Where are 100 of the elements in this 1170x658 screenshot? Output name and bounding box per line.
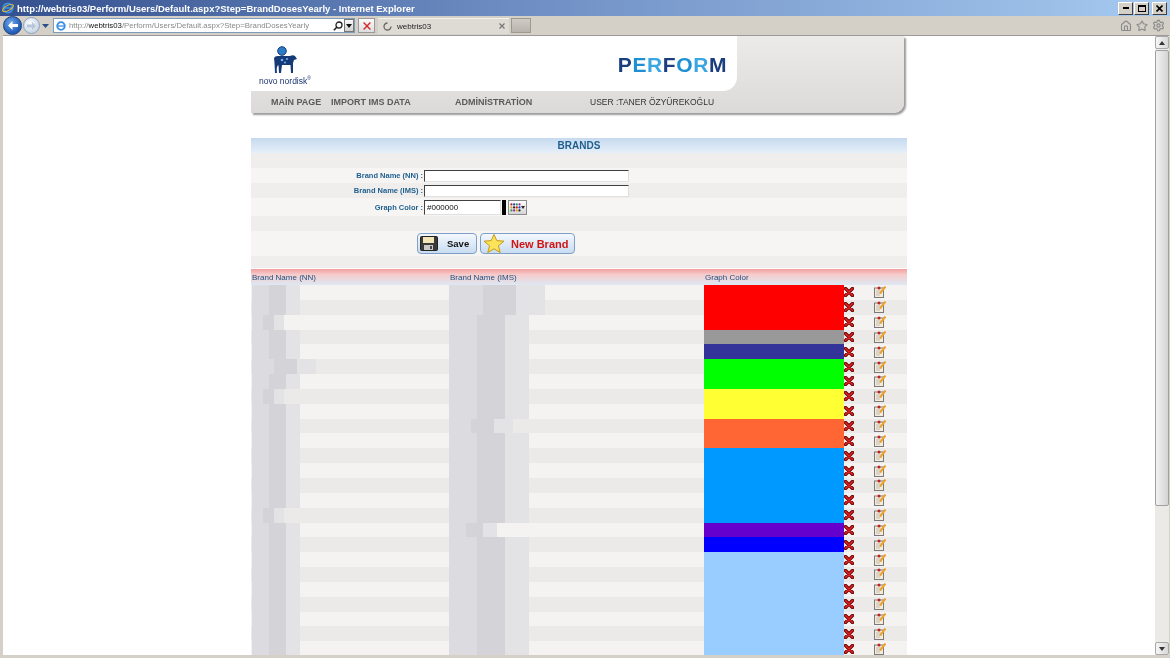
cross-icon[interactable]	[844, 287, 854, 298]
close-icon[interactable]	[499, 23, 505, 29]
user-label: USER :TANER ÖZYÜREKOĞLU	[590, 97, 715, 107]
blurred-text-block	[252, 641, 300, 655]
window-title: http://webtris03/Perform/Users/Default.aspx?Step=BrandDosesYearly - Internet Explorer	[17, 2, 416, 14]
notepad-pencil-icon[interactable]	[874, 523, 886, 536]
cross-icon[interactable]	[844, 510, 854, 521]
cross-icon[interactable]	[844, 450, 854, 461]
cross-icon[interactable]	[844, 628, 854, 639]
notepad-pencil-icon[interactable]	[874, 420, 886, 432]
notepad-pencil-icon[interactable]	[874, 449, 886, 462]
page-icon	[56, 20, 66, 31]
cross-icon[interactable]	[844, 391, 854, 402]
close-button[interactable]	[1152, 1, 1167, 15]
stop-button[interactable]	[358, 18, 375, 33]
cross-icon[interactable]	[844, 406, 854, 417]
spinner-icon	[383, 21, 392, 31]
cross-icon[interactable]	[844, 480, 854, 491]
blurred-text-block	[252, 285, 300, 300]
minimize-button[interactable]	[1118, 1, 1133, 15]
notepad-pencil-icon[interactable]	[874, 316, 886, 329]
column-header: Graph Color	[704, 272, 750, 282]
notepad-pencil-icon[interactable]	[874, 627, 886, 640]
caret-icon	[42, 23, 49, 28]
cross-icon[interactable]	[844, 643, 854, 654]
search-button[interactable]	[333, 20, 343, 31]
color-picker-button[interactable]	[508, 199, 527, 215]
nav-link[interactable]: IMPORT IMS DATA	[331, 97, 411, 107]
caret-icon	[521, 205, 525, 209]
scrollbar-thumb[interactable]	[1155, 50, 1169, 506]
address-dropdown-button[interactable]	[344, 19, 354, 32]
notepad-pencil-icon[interactable]	[874, 568, 886, 581]
cross-icon[interactable]	[844, 465, 854, 476]
cross-icon[interactable]	[844, 584, 854, 595]
notepad-pencil-icon[interactable]	[874, 538, 886, 551]
maximize-button[interactable]	[1134, 1, 1149, 15]
cross-icon	[362, 21, 371, 30]
cross-icon[interactable]	[844, 302, 854, 313]
scroll-up-button[interactable]	[1155, 36, 1169, 49]
cross-icon[interactable]	[844, 376, 854, 387]
notepad-pencil-icon[interactable]	[874, 405, 886, 418]
cross-icon[interactable]	[844, 539, 854, 550]
notepad-pencil-icon[interactable]	[874, 642, 886, 655]
cross-icon[interactable]	[844, 495, 854, 506]
new-brand-button[interactable]: New Brand	[480, 233, 575, 254]
notepad-pencil-icon[interactable]	[874, 286, 886, 299]
scroll-down-button[interactable]	[1155, 642, 1169, 655]
close-icon	[1156, 4, 1163, 12]
notepad-pencil-icon[interactable]	[874, 553, 886, 566]
notepad-pencil-icon[interactable]	[874, 375, 886, 388]
notepad-pencil-icon[interactable]	[874, 509, 886, 522]
notepad-pencil-icon[interactable]	[874, 301, 886, 314]
notepad-pencil-icon[interactable]	[874, 583, 886, 596]
browser-logo-icon	[2, 2, 14, 14]
right-arrow-icon	[27, 21, 36, 30]
notepad-pencil-icon[interactable]	[874, 330, 886, 343]
logo-text: novo nordisk$^{®}$	[259, 73, 311, 86]
column-header: Brand Name (IMS)	[449, 272, 518, 282]
text-input[interactable]	[424, 184, 629, 197]
section-header: BRANDS	[251, 138, 907, 153]
cross-icon[interactable]	[844, 554, 854, 565]
cross-icon[interactable]	[844, 317, 854, 328]
cross-icon[interactable]	[844, 346, 854, 357]
cross-icon[interactable]	[844, 569, 854, 580]
star-icon	[483, 234, 505, 253]
cross-icon[interactable]	[844, 435, 854, 446]
cross-icon[interactable]	[844, 421, 854, 431]
text-input[interactable]	[424, 169, 629, 182]
back-button[interactable]	[3, 16, 22, 35]
notepad-pencil-icon[interactable]	[874, 598, 886, 611]
cross-icon[interactable]	[844, 331, 854, 342]
caret-icon	[346, 23, 352, 28]
search-icon	[333, 20, 343, 31]
notepad-pencil-icon[interactable]	[874, 434, 886, 447]
notepad-pencil-icon[interactable]	[874, 494, 886, 507]
notepad-pencil-icon[interactable]	[874, 464, 886, 477]
notepad-pencil-icon[interactable]	[874, 390, 886, 403]
nav-link[interactable]: MAİN PAGE	[271, 97, 322, 107]
notepad-pencil-icon[interactable]	[874, 613, 886, 625]
left-arrow-icon	[7, 21, 18, 30]
notepad-pencil-icon[interactable]	[874, 360, 886, 373]
notepad-pencil-icon[interactable]	[874, 479, 886, 492]
star-icon[interactable]	[1136, 19, 1148, 32]
minimize-icon	[1122, 7, 1129, 9]
nav-link[interactable]: ADMİNİSTRATİON	[455, 97, 533, 107]
recent-pages-button[interactable]	[42, 21, 49, 30]
color-input[interactable]: #000000	[424, 199, 501, 215]
cross-icon[interactable]	[844, 361, 854, 372]
blurred-text-block	[252, 359, 316, 375]
cross-icon[interactable]	[844, 524, 854, 535]
column-header: Brand Name (NN)	[251, 272, 317, 282]
cross-icon[interactable]	[844, 614, 854, 624]
cross-icon[interactable]	[844, 599, 854, 610]
notepad-pencil-icon[interactable]	[874, 345, 886, 358]
browser-tab[interactable]: webtris03	[378, 17, 509, 34]
save-button[interactable]: Save	[417, 233, 477, 254]
color-grid-icon	[510, 202, 521, 212]
app-title: PERFORM	[617, 52, 727, 77]
caret-up-icon	[1159, 40, 1165, 45]
caret-down-icon	[1159, 646, 1165, 651]
